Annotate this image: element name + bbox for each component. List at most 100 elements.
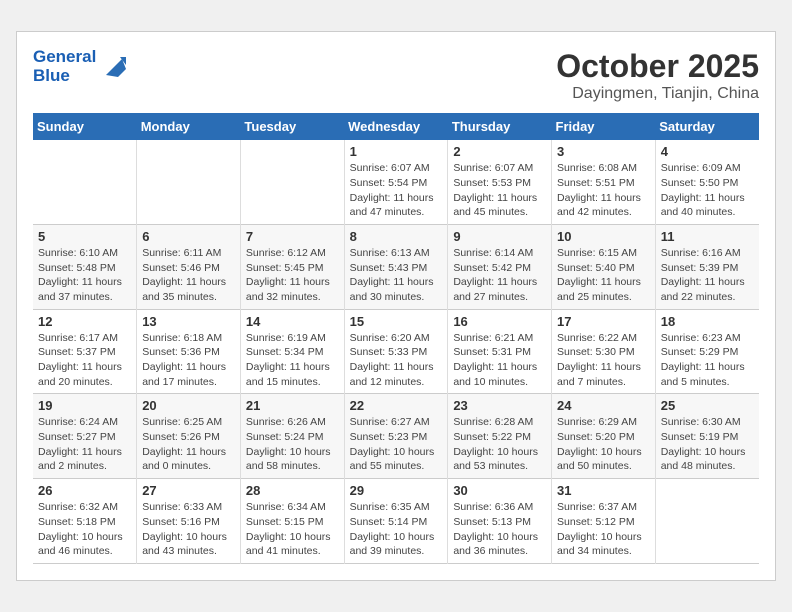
calendar-cell: 22 Sunrise: 6:27 AM Sunset: 5:23 PM Dayli… <box>344 394 448 479</box>
calendar-cell: 10 Sunrise: 6:15 AM Sunset: 5:40 PM Dayli… <box>552 224 656 309</box>
weekday-header: Saturday <box>655 113 759 140</box>
weekday-header: Monday <box>137 113 241 140</box>
day-number: 15 <box>350 314 443 329</box>
day-number: 28 <box>246 483 339 498</box>
day-number: 8 <box>350 229 443 244</box>
calendar-cell: 2Sunrise: 6:07 AM Sunset: 5:53 PM Daylig… <box>448 140 552 224</box>
calendar-week-row: 5Sunrise: 6:10 AM Sunset: 5:48 PM Daylig… <box>33 224 759 309</box>
weekday-header: Thursday <box>448 113 552 140</box>
day-info: Sunrise: 6:13 AM Sunset: 5:43 PM Dayligh… <box>350 246 443 305</box>
day-number: 31 <box>557 483 650 498</box>
day-number: 27 <box>142 483 235 498</box>
calendar-cell: 8 Sunrise: 6:13 AM Sunset: 5:43 PM Daylig… <box>344 224 448 309</box>
day-number: 4 <box>661 144 754 159</box>
calendar-cell <box>655 479 759 564</box>
calendar-cell: 27 Sunrise: 6:33 AM Sunset: 5:16 PM Dayli… <box>137 479 241 564</box>
day-info: Sunrise: 6:29 AM Sunset: 5:20 PM Dayligh… <box>557 415 650 474</box>
calendar-cell: 14 Sunrise: 6:19 AM Sunset: 5:34 PM Dayli… <box>240 309 344 394</box>
day-number: 18 <box>661 314 754 329</box>
day-number: 9 <box>453 229 546 244</box>
calendar-cell: 31 Sunrise: 6:37 AM Sunset: 5:12 PM Dayli… <box>552 479 656 564</box>
day-info: Sunrise: 6:07 AM Sunset: 5:53 PM Dayligh… <box>453 161 546 220</box>
calendar-cell: 19Sunrise: 6:24 AM Sunset: 5:27 PM Dayli… <box>33 394 137 479</box>
day-info: Sunrise: 6:37 AM Sunset: 5:12 PM Dayligh… <box>557 500 650 559</box>
day-info: Sunrise: 6:15 AM Sunset: 5:40 PM Dayligh… <box>557 246 650 305</box>
day-info: Sunrise: 6:21 AM Sunset: 5:31 PM Dayligh… <box>453 331 546 390</box>
day-number: 30 <box>453 483 546 498</box>
day-info: Sunrise: 6:36 AM Sunset: 5:13 PM Dayligh… <box>453 500 546 559</box>
calendar-cell: 16 Sunrise: 6:21 AM Sunset: 5:31 PM Dayli… <box>448 309 552 394</box>
logo-line1: General <box>33 48 96 67</box>
calendar-cell: 17 Sunrise: 6:22 AM Sunset: 5:30 PM Dayli… <box>552 309 656 394</box>
day-number: 12 <box>38 314 131 329</box>
day-number: 21 <box>246 398 339 413</box>
calendar-table: SundayMondayTuesdayWednesdayThursdayFrid… <box>33 113 759 564</box>
location-title: Dayingmen, Tianjin, China <box>556 85 759 103</box>
day-info: Sunrise: 6:10 AM Sunset: 5:48 PM Dayligh… <box>38 246 131 305</box>
day-number: 19 <box>38 398 131 413</box>
calendar-cell: 23 Sunrise: 6:28 AM Sunset: 5:22 PM Dayli… <box>448 394 552 479</box>
day-info: Sunrise: 6:07 AM Sunset: 5:54 PM Dayligh… <box>350 161 443 220</box>
day-number: 3 <box>557 144 650 159</box>
calendar-cell: 11 Sunrise: 6:16 AM Sunset: 5:39 PM Dayli… <box>655 224 759 309</box>
calendar-cell: 18 Sunrise: 6:23 AM Sunset: 5:29 PM Dayli… <box>655 309 759 394</box>
day-info: Sunrise: 6:23 AM Sunset: 5:29 PM Dayligh… <box>661 331 754 390</box>
logo-line2: Blue <box>33 67 96 86</box>
calendar-cell: 21 Sunrise: 6:26 AM Sunset: 5:24 PM Dayli… <box>240 394 344 479</box>
calendar-body: 1Sunrise: 6:07 AM Sunset: 5:54 PM Daylig… <box>33 140 759 563</box>
calendar-cell: 30 Sunrise: 6:36 AM Sunset: 5:13 PM Dayli… <box>448 479 552 564</box>
weekday-header: Wednesday <box>344 113 448 140</box>
day-info: Sunrise: 6:32 AM Sunset: 5:18 PM Dayligh… <box>38 500 131 559</box>
calendar-cell: 7 Sunrise: 6:12 AM Sunset: 5:45 PM Daylig… <box>240 224 344 309</box>
calendar-cell <box>240 140 344 224</box>
day-info: Sunrise: 6:22 AM Sunset: 5:30 PM Dayligh… <box>557 331 650 390</box>
day-info: Sunrise: 6:19 AM Sunset: 5:34 PM Dayligh… <box>246 331 339 390</box>
day-number: 7 <box>246 229 339 244</box>
day-number: 16 <box>453 314 546 329</box>
day-number: 13 <box>142 314 235 329</box>
calendar-cell: 24 Sunrise: 6:29 AM Sunset: 5:20 PM Dayli… <box>552 394 656 479</box>
day-number: 11 <box>661 229 754 244</box>
calendar-cell: 4 Sunrise: 6:09 AM Sunset: 5:50 PM Daylig… <box>655 140 759 224</box>
day-info: Sunrise: 6:20 AM Sunset: 5:33 PM Dayligh… <box>350 331 443 390</box>
day-info: Sunrise: 6:26 AM Sunset: 5:24 PM Dayligh… <box>246 415 339 474</box>
day-info: Sunrise: 6:16 AM Sunset: 5:39 PM Dayligh… <box>661 246 754 305</box>
day-number: 17 <box>557 314 650 329</box>
day-info: Sunrise: 6:12 AM Sunset: 5:45 PM Dayligh… <box>246 246 339 305</box>
calendar-cell: 26Sunrise: 6:32 AM Sunset: 5:18 PM Dayli… <box>33 479 137 564</box>
day-number: 24 <box>557 398 650 413</box>
day-number: 10 <box>557 229 650 244</box>
day-number: 14 <box>246 314 339 329</box>
day-info: Sunrise: 6:35 AM Sunset: 5:14 PM Dayligh… <box>350 500 443 559</box>
calendar-cell: 29 Sunrise: 6:35 AM Sunset: 5:14 PM Dayli… <box>344 479 448 564</box>
calendar-cell: 25Sunrise: 6:30 AM Sunset: 5:19 PM Dayli… <box>655 394 759 479</box>
calendar-cell: 9Sunrise: 6:14 AM Sunset: 5:42 PM Daylig… <box>448 224 552 309</box>
calendar-cell: 5Sunrise: 6:10 AM Sunset: 5:48 PM Daylig… <box>33 224 137 309</box>
calendar-cell: 20 Sunrise: 6:25 AM Sunset: 5:26 PM Dayli… <box>137 394 241 479</box>
day-info: Sunrise: 6:09 AM Sunset: 5:50 PM Dayligh… <box>661 161 754 220</box>
day-info: Sunrise: 6:27 AM Sunset: 5:23 PM Dayligh… <box>350 415 443 474</box>
calendar-cell: 6Sunrise: 6:11 AM Sunset: 5:46 PM Daylig… <box>137 224 241 309</box>
calendar-cell <box>137 140 241 224</box>
calendar-cell: 28Sunrise: 6:34 AM Sunset: 5:15 PM Dayli… <box>240 479 344 564</box>
day-info: Sunrise: 6:30 AM Sunset: 5:19 PM Dayligh… <box>661 415 754 474</box>
calendar-cell: 12 Sunrise: 6:17 AM Sunset: 5:37 PM Dayli… <box>33 309 137 394</box>
day-number: 23 <box>453 398 546 413</box>
day-info: Sunrise: 6:33 AM Sunset: 5:16 PM Dayligh… <box>142 500 235 559</box>
day-number: 22 <box>350 398 443 413</box>
title-block: October 2025 Dayingmen, Tianjin, China <box>556 48 759 103</box>
calendar-container: General Blue October 2025 Dayingmen, Tia… <box>16 31 776 581</box>
day-info: Sunrise: 6:11 AM Sunset: 5:46 PM Dayligh… <box>142 246 235 305</box>
day-info: Sunrise: 6:17 AM Sunset: 5:37 PM Dayligh… <box>38 331 131 390</box>
month-title: October 2025 <box>556 48 759 85</box>
day-info: Sunrise: 6:28 AM Sunset: 5:22 PM Dayligh… <box>453 415 546 474</box>
logo: General Blue <box>33 48 130 85</box>
day-info: Sunrise: 6:08 AM Sunset: 5:51 PM Dayligh… <box>557 161 650 220</box>
logo-icon <box>98 51 130 83</box>
calendar-week-row: 12 Sunrise: 6:17 AM Sunset: 5:37 PM Dayli… <box>33 309 759 394</box>
day-number: 29 <box>350 483 443 498</box>
calendar-header: SundayMondayTuesdayWednesdayThursdayFrid… <box>33 113 759 140</box>
day-info: Sunrise: 6:25 AM Sunset: 5:26 PM Dayligh… <box>142 415 235 474</box>
day-number: 20 <box>142 398 235 413</box>
header: General Blue October 2025 Dayingmen, Tia… <box>33 48 759 103</box>
